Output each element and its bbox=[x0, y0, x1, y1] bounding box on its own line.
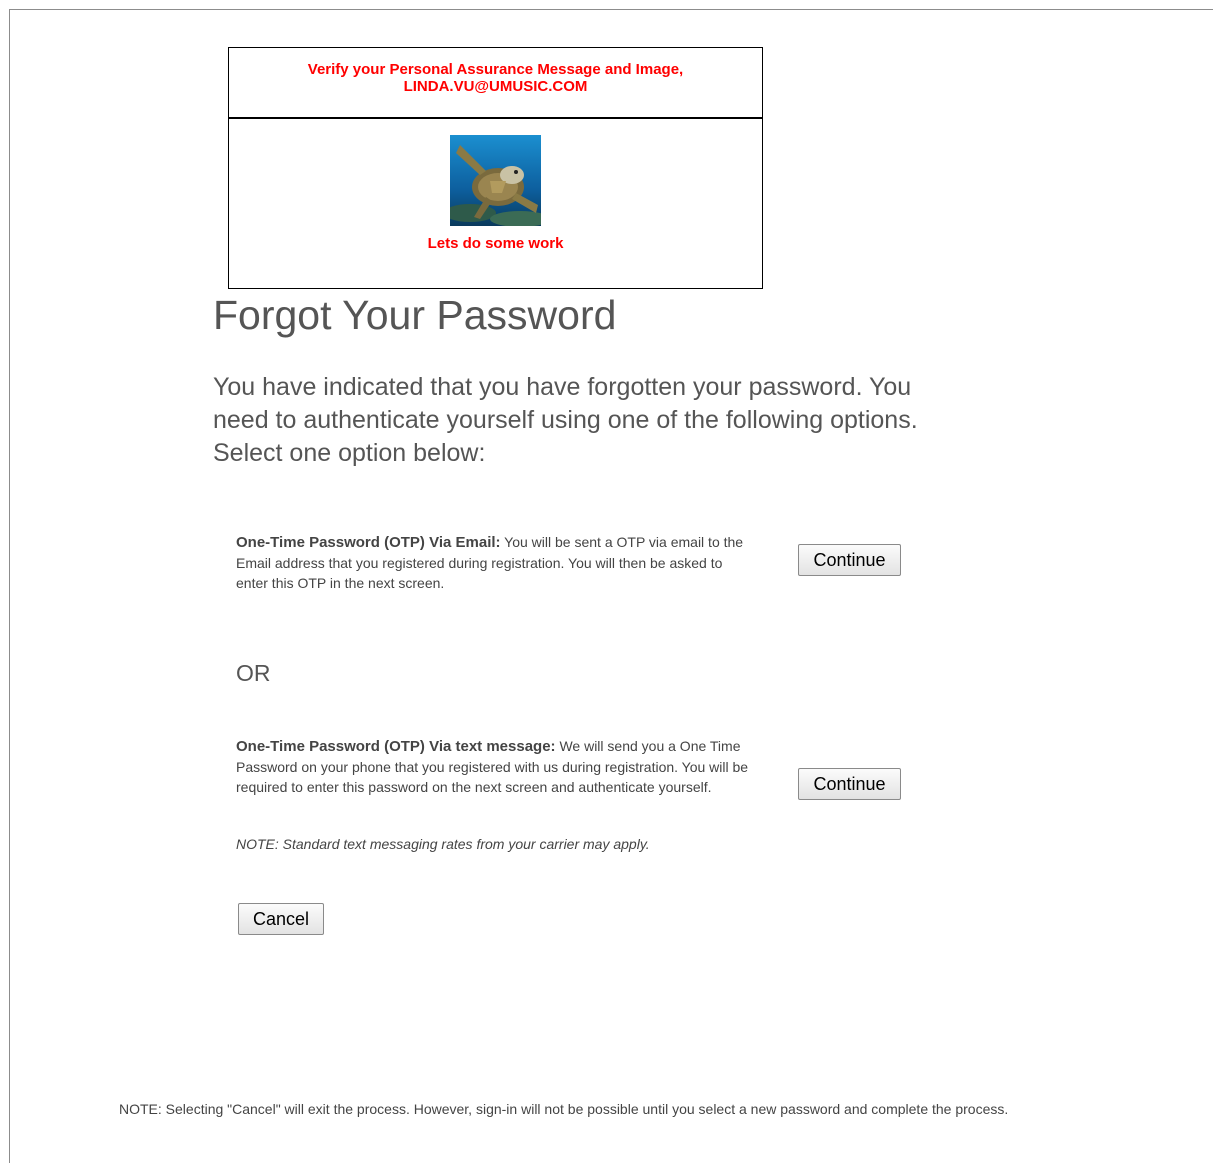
cancel-button[interactable]: Cancel bbox=[238, 903, 324, 935]
continue-text-button[interactable]: Continue bbox=[798, 768, 901, 800]
option-email-title: One-Time Password (OTP) Via Email: bbox=[236, 534, 501, 551]
or-separator: OR bbox=[236, 660, 271, 686]
option-email-otp: One-Time Password (OTP) Via Email: You w… bbox=[236, 532, 756, 593]
option-text-otp: One-Time Password (OTP) Via text message… bbox=[236, 736, 756, 797]
assurance-image bbox=[450, 135, 541, 226]
page-title: Forgot Your Password bbox=[213, 292, 617, 338]
option-text-title: One-Time Password (OTP) Via text message… bbox=[236, 738, 556, 755]
footer-note: NOTE: Selecting "Cancel" will exit the p… bbox=[119, 1101, 1009, 1117]
personal-assurance-header: Verify your Personal Assurance Message a… bbox=[229, 48, 762, 119]
intro-text: You have indicated that you have forgott… bbox=[213, 373, 918, 467]
personal-assurance-message: Lets do some work bbox=[427, 235, 564, 252]
personal-assurance-body: Lets do some work bbox=[229, 135, 762, 252]
user-email: LINDA.VU@UMUSIC.COM bbox=[403, 78, 588, 95]
continue-email-button[interactable]: Continue bbox=[798, 544, 901, 576]
personal-assurance-heading: Verify your Personal Assurance Message a… bbox=[307, 61, 684, 78]
text-rates-note: NOTE: Standard text messaging rates from… bbox=[236, 836, 650, 852]
personal-assurance-box: Verify your Personal Assurance Message a… bbox=[228, 47, 763, 289]
